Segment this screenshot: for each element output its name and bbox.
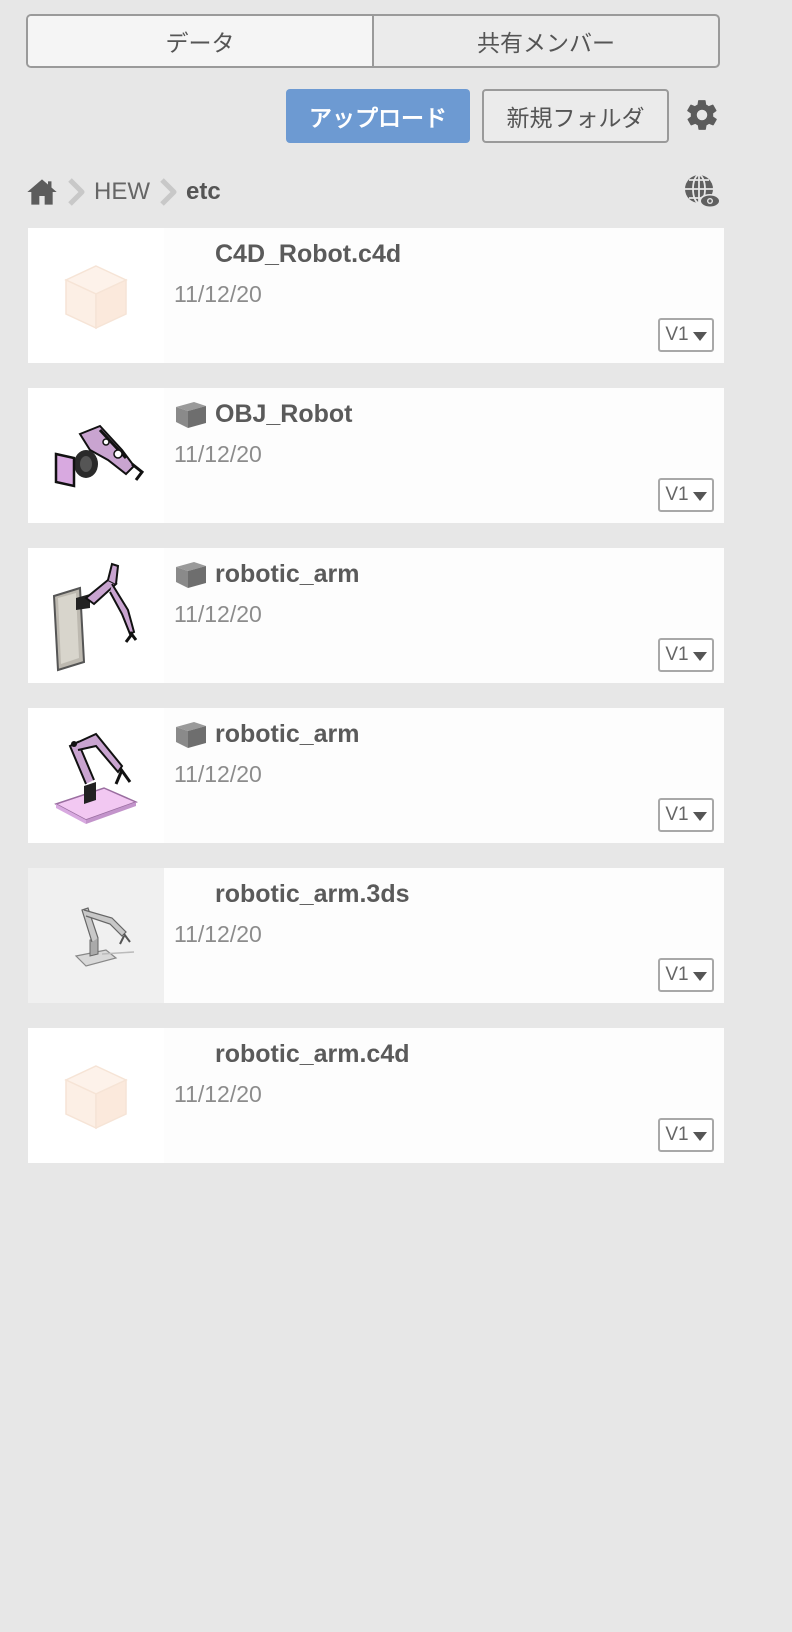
breadcrumb-item-etc: etc <box>186 178 221 205</box>
chevron-down-icon <box>692 651 707 661</box>
file-name: robotic_arm <box>215 560 360 588</box>
arm-wall-panel-thumbnail <box>52 562 138 672</box>
file-date: 11/12/20 <box>174 441 262 467</box>
file-thumbnail <box>28 868 164 1003</box>
globe-eye-icon[interactable] <box>683 173 721 211</box>
file-card[interactable]: robotic_arm.3ds 11/12/20 V1 <box>28 868 724 1003</box>
chevron-down-icon <box>692 1131 707 1141</box>
file-date: 11/12/20 <box>174 921 262 947</box>
file-card[interactable]: OBJ_Robot 11/12/20 V1 <box>28 388 724 523</box>
robot-gripper-thumbnail <box>54 424 145 488</box>
version-select[interactable]: V1 <box>658 478 714 512</box>
3d-model-icon <box>176 402 206 428</box>
arm-on-base-thumbnail <box>54 732 139 824</box>
breadcrumb-item-hew[interactable]: HEW <box>94 178 150 206</box>
breadcrumb: HEW etc <box>26 172 221 212</box>
file-card[interactable]: robotic_arm.c4d 11/12/20 V1 <box>28 1028 724 1163</box>
chevron-right-icon <box>68 178 85 206</box>
new-folder-button[interactable]: 新規フォルダ <box>482 89 669 143</box>
file-name: C4D_Robot.c4d <box>215 240 402 268</box>
file-date: 11/12/20 <box>174 281 262 307</box>
gear-icon[interactable] <box>684 97 720 133</box>
file-thumbnail <box>28 388 164 523</box>
chevron-down-icon <box>692 971 707 981</box>
file-card[interactable]: robotic_arm 11/12/20 V1 <box>28 708 724 843</box>
file-name: robotic_arm.3ds <box>215 880 410 908</box>
home-icon[interactable] <box>26 176 58 208</box>
tab-shared-members[interactable]: 共有メンバー <box>372 16 718 66</box>
chevron-right-icon <box>160 178 177 206</box>
file-name: OBJ_Robot <box>215 400 353 428</box>
file-thumbnail <box>28 228 164 363</box>
view-tabs: データ 共有メンバー <box>26 14 720 68</box>
chevron-down-icon <box>692 331 707 341</box>
version-select[interactable]: V1 <box>658 1118 714 1152</box>
3d-model-icon <box>176 562 206 588</box>
version-select[interactable]: V1 <box>658 798 714 832</box>
file-card[interactable]: C4D_Robot.c4d 11/12/20 V1 <box>28 228 724 363</box>
placeholder-cube-icon <box>64 264 128 329</box>
chevron-down-icon <box>692 491 707 501</box>
file-date: 11/12/20 <box>174 1081 262 1107</box>
tab-data[interactable]: データ <box>28 16 372 66</box>
file-thumbnail <box>28 708 164 843</box>
placeholder-cube-icon <box>64 1064 128 1129</box>
3d-model-icon <box>176 722 206 748</box>
file-list: C4D_Robot.c4d 11/12/20 V1 OBJ_Robot 11/1… <box>28 228 724 1188</box>
file-name: robotic_arm <box>215 720 360 748</box>
file-thumbnail <box>28 1028 164 1163</box>
file-thumbnail <box>28 548 164 683</box>
version-select[interactable]: V1 <box>658 318 714 352</box>
file-date: 11/12/20 <box>174 761 262 787</box>
version-select[interactable]: V1 <box>658 638 714 672</box>
chevron-down-icon <box>692 811 707 821</box>
file-date: 11/12/20 <box>174 601 262 627</box>
arm-grey-thumbnail <box>74 906 135 967</box>
file-card[interactable]: robotic_arm 11/12/20 V1 <box>28 548 724 683</box>
file-name: robotic_arm.c4d <box>215 1040 410 1068</box>
version-select[interactable]: V1 <box>658 958 714 992</box>
upload-button[interactable]: アップロード <box>286 89 470 143</box>
